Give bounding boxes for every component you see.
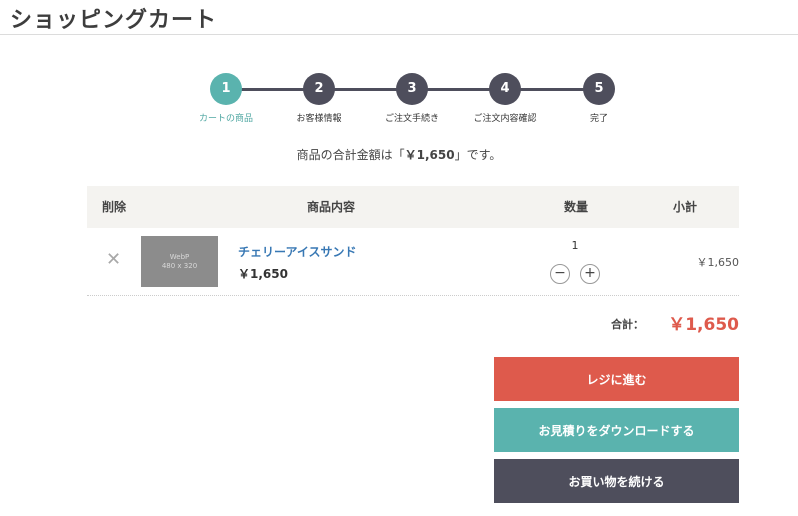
header-product: 商品内容 xyxy=(307,200,356,214)
product-name-link[interactable]: チェリーアイスサンド xyxy=(238,243,357,260)
thumbnail-format: WebP xyxy=(169,252,190,261)
plus-icon[interactable]: + xyxy=(580,264,600,284)
step-5-label: 完了 xyxy=(589,114,608,124)
product-price: ￥1,650 xyxy=(238,267,288,281)
summary-suffix: 」です。 xyxy=(454,148,502,162)
cart-summary: 商品の合計金額は「￥1,650」です。 xyxy=(0,146,798,163)
step-1-circle: 1 xyxy=(210,73,242,105)
header-subtotal: 小計 xyxy=(673,200,698,214)
checkout-stepper: 1 2 3 4 5 カートの商品 お客様情報 ご注文手続き ご注文内容確認 完了 xyxy=(0,0,798,130)
download-quote-button[interactable]: お見積りをダウンロードする xyxy=(494,408,739,452)
cart-table-header: 削除 商品内容 数量 小計 xyxy=(87,186,739,228)
header-remove: 削除 xyxy=(102,200,127,214)
step-2-circle: 2 xyxy=(303,73,335,105)
row-divider xyxy=(87,295,739,296)
step-3-circle: 3 xyxy=(396,73,428,105)
total-value: ￥1,650 xyxy=(668,315,739,335)
total-label: 合計： xyxy=(611,318,644,331)
summary-amount: ￥1,650 xyxy=(404,148,455,162)
product-thumbnail[interactable]: WebP 480 x 320 xyxy=(141,236,218,287)
close-icon[interactable]: ✕ xyxy=(106,251,121,269)
checkout-button[interactable]: レジに進む xyxy=(494,357,739,401)
continue-shopping-button[interactable]: お買い物を続ける xyxy=(494,459,739,503)
thumbnail-size: 480 x 320 xyxy=(161,261,198,270)
quantity-value: 1 xyxy=(571,239,579,252)
summary-prefix: 商品の合計金額は「 xyxy=(296,148,405,162)
item-subtotal: ￥1,650 xyxy=(696,256,740,269)
minus-icon[interactable]: − xyxy=(550,264,570,284)
header-quantity: 数量 xyxy=(564,200,589,214)
step-4-circle: 4 xyxy=(489,73,521,105)
step-5-circle: 5 xyxy=(583,73,615,105)
